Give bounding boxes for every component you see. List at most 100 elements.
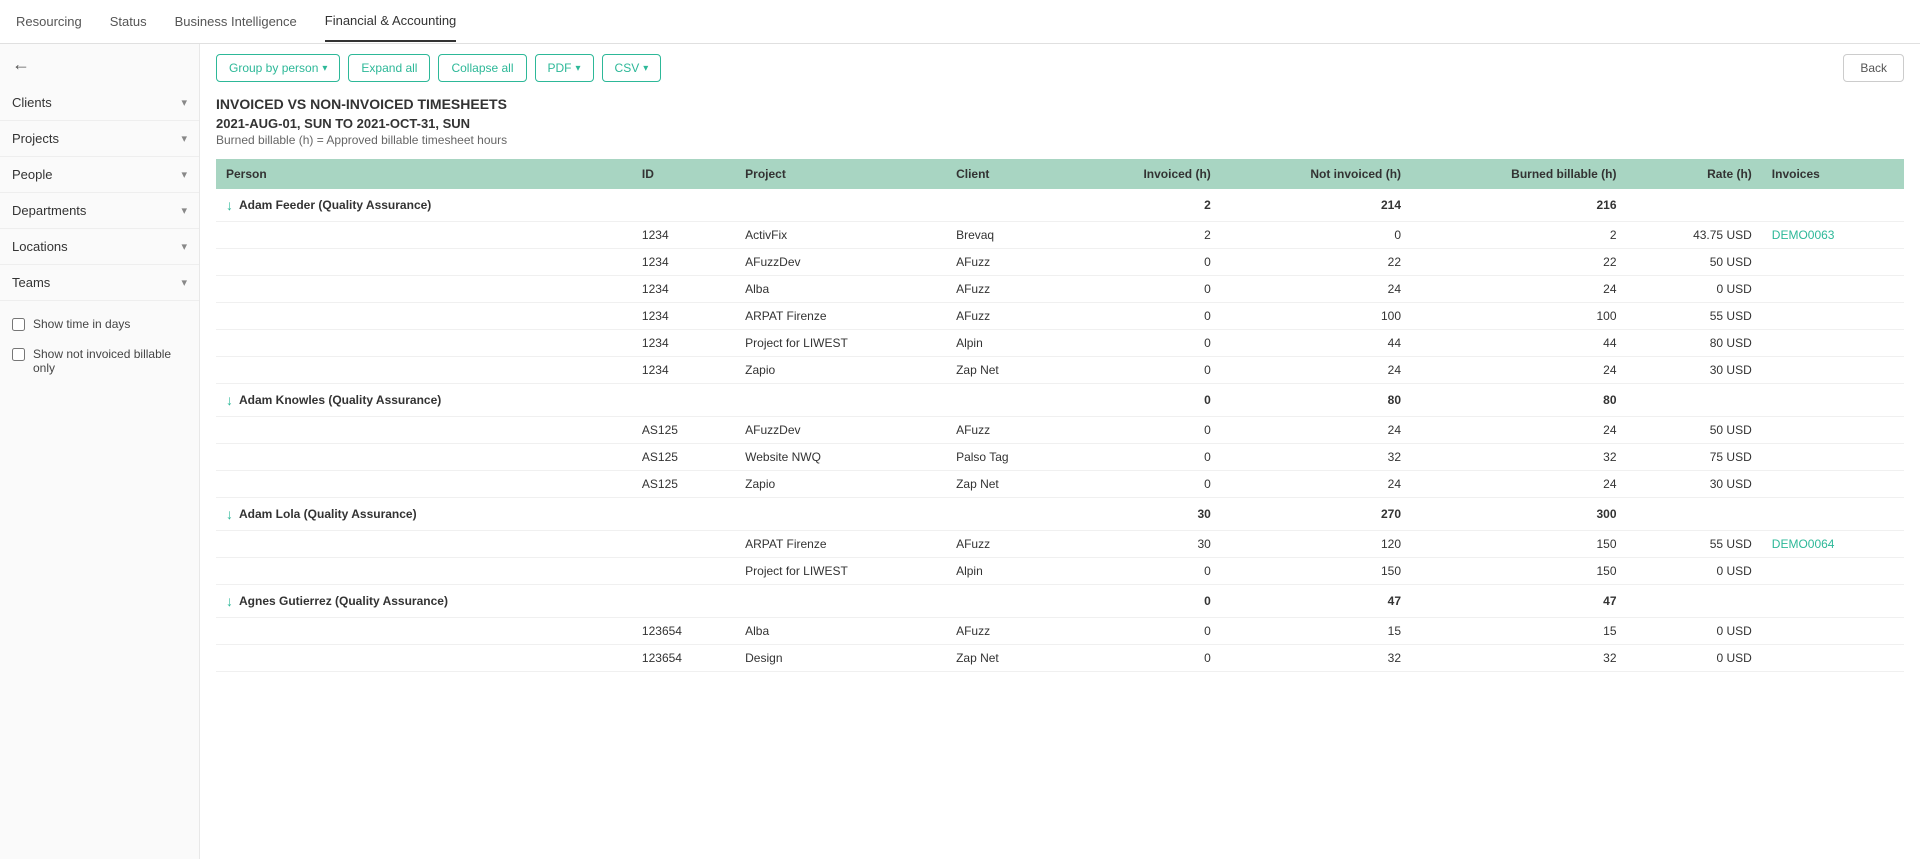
table-row: 123654 Alba AFuzz 0 15 15 0 USD — [216, 618, 1904, 645]
row-person — [216, 303, 632, 330]
expand-group-icon[interactable]: ↓ — [226, 506, 233, 522]
show-time-days-label: Show time in days — [33, 317, 130, 331]
row-client: AFuzz — [946, 276, 1071, 303]
row-rate: 55 USD — [1627, 531, 1762, 558]
sidebar-filter-projects[interactable]: Projects ▾ — [0, 121, 199, 157]
chevron-down-icon: ▾ — [181, 204, 187, 217]
group-by-person-button[interactable]: Group by person ▾ — [216, 54, 340, 82]
row-invoice[interactable]: DEMO0063 — [1762, 222, 1904, 249]
row-id: AS125 — [632, 471, 735, 498]
row-client: Alpin — [946, 558, 1071, 585]
csv-button[interactable]: CSV ▾ — [602, 54, 662, 82]
row-not-invoiced: 120 — [1221, 531, 1411, 558]
row-id: 1234 — [632, 222, 735, 249]
group-row: ↓ Adam Knowles (Quality Assurance) 0 80 … — [216, 384, 1904, 417]
row-not-invoiced: 100 — [1221, 303, 1411, 330]
expand-group-icon[interactable]: ↓ — [226, 593, 233, 609]
back-arrow-icon: ← — [12, 54, 30, 75]
row-person — [216, 618, 632, 645]
row-rate: 0 USD — [1627, 558, 1762, 585]
nav-status[interactable]: Status — [110, 2, 147, 41]
group-rate-empty — [1627, 189, 1762, 222]
sidebar-filter-teams[interactable]: Teams ▾ — [0, 265, 199, 301]
row-rate: 0 USD — [1627, 645, 1762, 672]
chevron-down-icon: ▾ — [181, 132, 187, 145]
pdf-label: PDF — [548, 61, 572, 75]
row-project: ARPAT Firenze — [735, 303, 946, 330]
col-project: Project — [735, 159, 946, 189]
toolbar-left: Group by person ▾ Expand all Collapse al… — [216, 54, 661, 82]
group-not-invoiced: 270 — [1221, 498, 1411, 531]
group-rate-empty — [1627, 384, 1762, 417]
row-id — [632, 558, 735, 585]
row-person — [216, 276, 632, 303]
sidebar-filter-locations[interactable]: Locations ▾ — [0, 229, 199, 265]
sidebar-filter-departments[interactable]: Departments ▾ — [0, 193, 199, 229]
row-rate: 50 USD — [1627, 417, 1762, 444]
chevron-down-icon: ▾ — [181, 168, 187, 181]
row-rate: 30 USD — [1627, 357, 1762, 384]
row-not-invoiced: 32 — [1221, 444, 1411, 471]
group-name: ↓ Adam Feeder (Quality Assurance) — [216, 189, 632, 221]
row-burned: 24 — [1411, 471, 1626, 498]
group-project-empty — [735, 384, 946, 417]
back-button[interactable]: ← — [0, 44, 199, 85]
top-nav: Resourcing Status Business Intelligence … — [0, 0, 1920, 44]
row-invoice[interactable]: DEMO0064 — [1762, 531, 1904, 558]
row-rate: 50 USD — [1627, 249, 1762, 276]
nav-business-intelligence[interactable]: Business Intelligence — [175, 2, 297, 41]
main-content: Group by person ▾ Expand all Collapse al… — [200, 44, 1920, 859]
row-id: AS125 — [632, 444, 735, 471]
sidebar-filter-people[interactable]: People ▾ — [0, 157, 199, 193]
group-invoices-empty — [1762, 189, 1904, 222]
row-project: Alba — [735, 618, 946, 645]
pdf-button[interactable]: PDF ▾ — [535, 54, 594, 82]
col-not-invoiced: Not invoiced (h) — [1221, 159, 1411, 189]
show-time-days-checkbox[interactable]: Show time in days — [0, 309, 199, 339]
caret-down-icon: ▾ — [643, 63, 648, 74]
row-not-invoiced: 22 — [1221, 249, 1411, 276]
group-project-empty — [735, 498, 946, 531]
row-not-invoiced: 0 — [1221, 222, 1411, 249]
row-project: Project for LIWEST — [735, 558, 946, 585]
row-id: 123654 — [632, 645, 735, 672]
show-not-invoiced-checkbox[interactable]: Show not invoiced billable only — [0, 339, 199, 383]
expand-all-button[interactable]: Expand all — [348, 54, 430, 82]
expand-group-icon[interactable]: ↓ — [226, 197, 233, 213]
report-dates: 2021-AUG-01, SUN TO 2021-OCT-31, SUN — [216, 116, 1904, 131]
table-row: AS125 Zapio Zap Net 0 24 24 30 USD — [216, 471, 1904, 498]
row-not-invoiced: 32 — [1221, 645, 1411, 672]
show-not-invoiced-input[interactable] — [12, 348, 25, 361]
row-not-invoiced: 24 — [1221, 471, 1411, 498]
nav-financial-accounting[interactable]: Financial & Accounting — [325, 1, 457, 42]
row-id: AS125 — [632, 417, 735, 444]
group-not-invoiced: 47 — [1221, 585, 1411, 618]
expand-group-icon[interactable]: ↓ — [226, 392, 233, 408]
row-client: Zap Net — [946, 645, 1071, 672]
collapse-all-button[interactable]: Collapse all — [438, 54, 526, 82]
row-rate: 0 USD — [1627, 276, 1762, 303]
group-id-empty — [632, 189, 735, 222]
row-burned: 22 — [1411, 249, 1626, 276]
table-row: ARPAT Firenze AFuzz 30 120 150 55 USD DE… — [216, 531, 1904, 558]
col-client: Client — [946, 159, 1071, 189]
row-invoice — [1762, 417, 1904, 444]
invoice-link[interactable]: DEMO0063 — [1772, 228, 1835, 242]
toolbar: Group by person ▾ Expand all Collapse al… — [200, 44, 1920, 92]
nav-resourcing[interactable]: Resourcing — [16, 2, 82, 41]
row-invoice — [1762, 558, 1904, 585]
row-invoice — [1762, 471, 1904, 498]
row-id: 1234 — [632, 303, 735, 330]
show-time-days-input[interactable] — [12, 318, 25, 331]
row-id — [632, 531, 735, 558]
row-person — [216, 645, 632, 672]
sidebar-filter-clients[interactable]: Clients ▾ — [0, 85, 199, 121]
sidebar-filter-clients-label: Clients — [12, 95, 52, 110]
row-not-invoiced: 44 — [1221, 330, 1411, 357]
row-burned: 2 — [1411, 222, 1626, 249]
table-wrap: Person ID Project Client Invoiced (h) No… — [200, 159, 1920, 672]
row-project: ARPAT Firenze — [735, 531, 946, 558]
group-not-invoiced: 80 — [1221, 384, 1411, 417]
back-button[interactable]: Back — [1843, 54, 1904, 82]
invoice-link[interactable]: DEMO0064 — [1772, 537, 1835, 551]
